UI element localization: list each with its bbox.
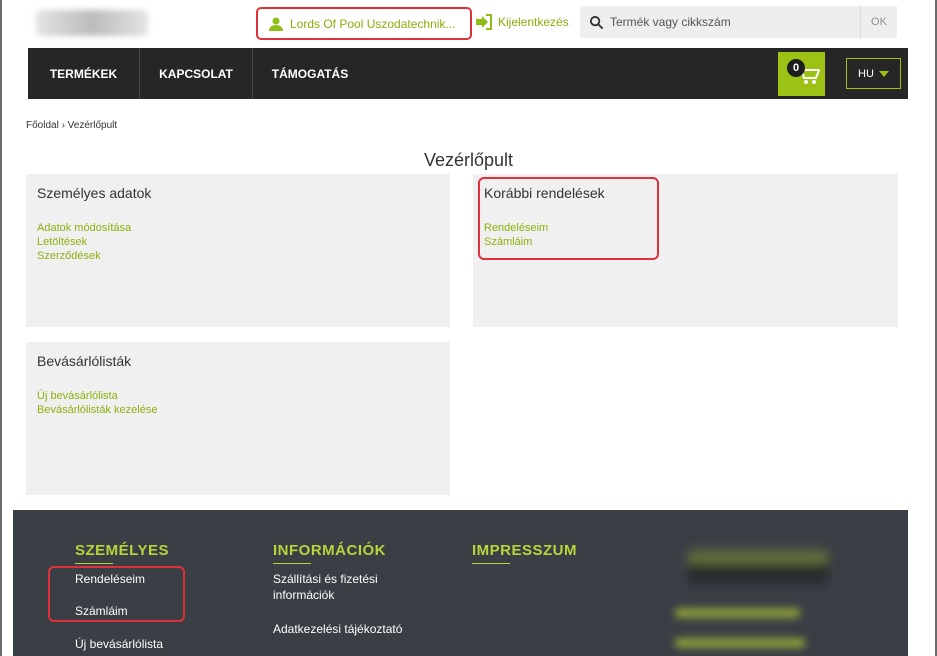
footer-title-imprint[interactable]: IMPRESSZUM [472,542,577,559]
cart-button[interactable]: 0 [778,52,825,96]
footer-title-underline [75,563,113,564]
footer-title-underline [273,563,311,564]
user-name: Lords Of Pool Uszodatechnik... [290,16,456,31]
footer-title-underline [472,563,510,564]
page-title: Vezérlőpult [423,150,514,170]
user-icon [269,17,283,31]
nav-item-kapcsolat[interactable]: KAPCSOLAT [140,48,252,99]
card-links: Adatok módosítása Letöltések Szerződések [37,221,131,263]
card-personal-data: Személyes adatok Adatok módosítása Letöl… [26,174,450,327]
nav-item-tamogatas[interactable]: TÁMOGATÁS [253,48,367,99]
site-logo[interactable] [36,10,148,36]
link-contracts[interactable]: Szerződések [37,249,131,263]
language-select[interactable]: HU [846,58,901,89]
card-title: Személyes adatok [37,185,152,201]
logout-link[interactable]: Kijelentkezés [475,12,569,32]
link-edit-data[interactable]: Adatok módosítása [37,221,131,235]
search-box [580,6,860,38]
logout-icon [476,14,492,30]
search-input[interactable] [610,15,850,29]
footer-title-information: INFORMÁCIÓK [273,542,386,559]
highlight-box [478,177,659,260]
card-shopping-lists: Bevásárlólisták Új bevásárlólista Bevásá… [26,342,450,495]
footer-contact-phone-blurred [675,608,800,618]
footer-link-new-list[interactable]: Új bevásárlólista [75,636,163,652]
nav-item-termekek[interactable]: TERMÉKEK [28,48,139,99]
card-title: Bevásárlólisták [37,353,132,369]
footer-link-shipping-info[interactable]: Szállítási és fizetési információk [273,571,378,603]
card-links: Új bevásárlólista Bevásárlólisták kezelé… [37,389,157,417]
cart-count-badge: 0 [787,59,805,77]
logout-label: Kijelentkezés [498,15,569,29]
search-ok-button[interactable]: OK [860,6,897,38]
account-user-link[interactable]: Lords Of Pool Uszodatechnik... [256,7,472,40]
highlight-box [48,566,185,622]
link-downloads[interactable]: Letöltések [37,235,131,249]
search-icon [589,15,604,29]
footer-title-personal: SZEMÉLYES [75,542,169,559]
caret-down-icon [878,70,889,77]
footer-logo [688,545,828,590]
main-navigation: TERMÉKEK KAPCSOLAT TÁMOGATÁS [28,48,908,99]
breadcrumb[interactable]: Főoldal › Vezérlőpult [26,120,117,131]
language-label: HU [858,67,874,80]
footer-link-privacy[interactable]: Adatkezelési tájékoztató [273,621,402,637]
footer-contact-email-blurred [675,638,805,648]
link-new-shopping-list[interactable]: Új bevásárlólista [37,389,157,403]
link-manage-shopping-lists[interactable]: Bevásárlólisták kezelése [37,403,157,417]
